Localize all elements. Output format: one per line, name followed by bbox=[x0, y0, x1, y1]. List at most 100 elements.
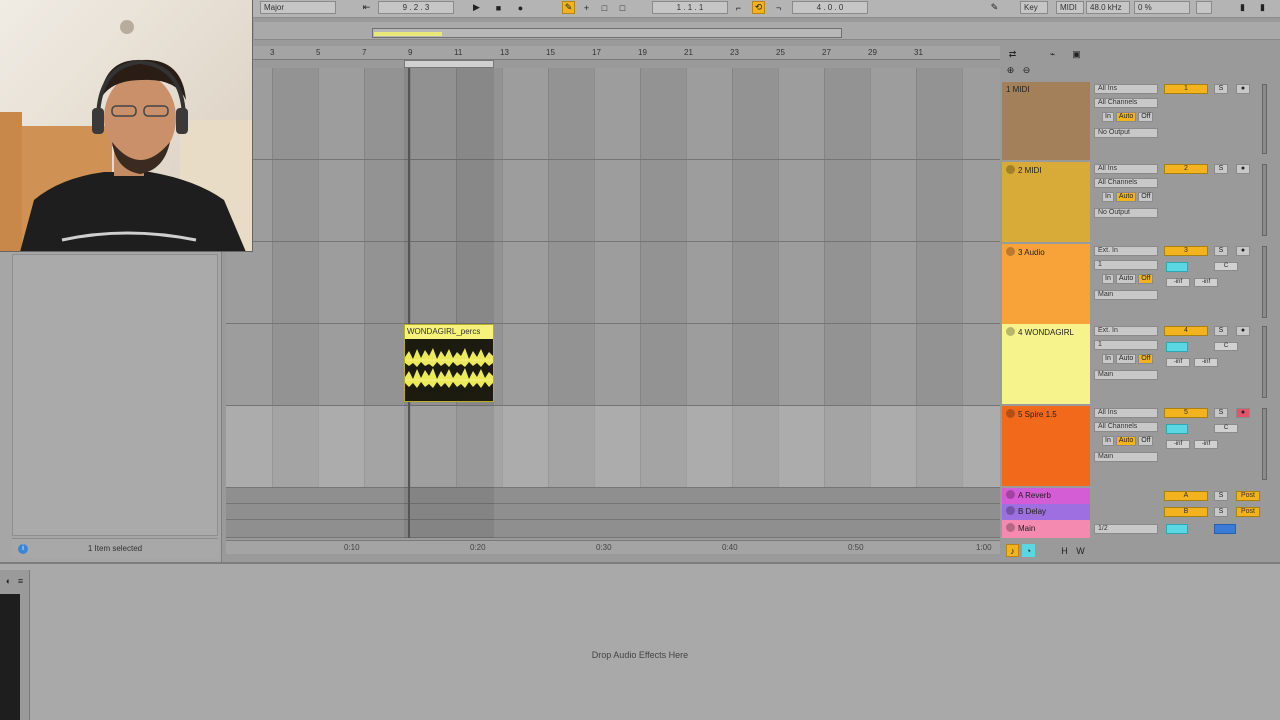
fold-icon[interactable] bbox=[1006, 327, 1015, 336]
input-channel-select[interactable]: 1 bbox=[1094, 340, 1158, 350]
track-activator[interactable]: 1 bbox=[1164, 84, 1208, 94]
send-b-knob[interactable]: -inf bbox=[1194, 440, 1218, 449]
track-header-2[interactable]: 2 MIDI All Ins All Channels In Auto Off No… bbox=[1002, 162, 1272, 242]
track-lane-5[interactable] bbox=[226, 406, 1000, 488]
output-select[interactable]: No Output bbox=[1094, 128, 1158, 138]
loop-icon[interactable]: ⟲ bbox=[752, 1, 765, 14]
track-name-5[interactable]: 5 Spire 1.5 bbox=[1002, 406, 1090, 486]
input-channel-select[interactable]: All Channels bbox=[1094, 98, 1158, 108]
return-activator[interactable]: B bbox=[1164, 507, 1208, 517]
loop-start-field[interactable]: 1 . 1 . 1 bbox=[652, 1, 728, 14]
track-lane-3[interactable] bbox=[226, 242, 1000, 324]
fold-icon[interactable] bbox=[1006, 490, 1015, 499]
main-track-name[interactable]: Main bbox=[1002, 520, 1090, 538]
main-lane[interactable] bbox=[226, 520, 1000, 538]
punch-in-icon[interactable]: ⌐ bbox=[732, 1, 745, 14]
monitor-switch[interactable]: In Auto Off bbox=[1102, 112, 1158, 122]
track-lane-2[interactable] bbox=[226, 160, 1000, 242]
track-header-4[interactable]: 4 WONDAGIRL Ext. In 1 In Auto Off Main 4 S… bbox=[1002, 324, 1272, 404]
overview-window[interactable] bbox=[372, 28, 842, 38]
insert-marker[interactable] bbox=[408, 68, 410, 538]
arm-button[interactable]: ● bbox=[1236, 326, 1250, 336]
track-activator[interactable]: 5 bbox=[1164, 408, 1208, 418]
send-a-knob[interactable]: -inf bbox=[1166, 278, 1190, 287]
help-view-icon[interactable]: H bbox=[1058, 544, 1071, 557]
arm-button[interactable]: ● bbox=[1236, 246, 1250, 256]
pan-knob[interactable]: C bbox=[1214, 424, 1238, 433]
metronome-icon[interactable]: ◔ bbox=[1022, 544, 1035, 557]
capture-icon[interactable]: + bbox=[580, 1, 593, 14]
pan-knob[interactable]: C bbox=[1214, 262, 1238, 271]
solo-button[interactable]: S bbox=[1214, 246, 1228, 256]
zoom-in-icon[interactable]: ⊕ bbox=[1004, 64, 1017, 77]
main-pan-knob[interactable] bbox=[1214, 524, 1236, 534]
solo-button[interactable]: S bbox=[1214, 84, 1228, 94]
monitor-switch[interactable]: In Auto Off bbox=[1102, 192, 1158, 202]
volume-slider[interactable] bbox=[1166, 342, 1188, 352]
browser-content[interactable] bbox=[12, 254, 218, 536]
input-type-select[interactable]: All Ins bbox=[1094, 84, 1158, 94]
input-type-select[interactable]: Ext. In bbox=[1094, 246, 1158, 256]
io-toggle-icon[interactable]: ⇄ bbox=[1006, 48, 1019, 61]
zoom-out-icon[interactable]: ⊖ bbox=[1020, 64, 1033, 77]
width-toggle-icon[interactable]: W bbox=[1074, 544, 1087, 557]
track-name-1[interactable]: 1 MIDI bbox=[1002, 82, 1090, 160]
pan-knob[interactable]: C bbox=[1214, 342, 1238, 351]
audio-clip[interactable]: WONDAGIRL_percs bbox=[404, 324, 494, 402]
fold-icon[interactable] bbox=[1006, 506, 1015, 515]
overdub-icon[interactable]: □ bbox=[616, 1, 629, 14]
mixer-toggle-icon[interactable]: ▣ bbox=[1070, 48, 1083, 61]
output-select[interactable]: Main bbox=[1094, 452, 1158, 462]
output-select[interactable]: Main bbox=[1094, 290, 1158, 300]
volume-slider[interactable] bbox=[1166, 424, 1188, 434]
solo-button[interactable]: S bbox=[1214, 326, 1228, 336]
arm-button[interactable]: ● bbox=[1236, 84, 1250, 94]
track-name-2[interactable]: 2 MIDI bbox=[1002, 162, 1090, 242]
pre-post-toggle[interactable]: Post bbox=[1236, 507, 1260, 517]
send-b-knob[interactable]: -inf bbox=[1194, 278, 1218, 287]
follow-icon[interactable]: ⇤ bbox=[360, 1, 373, 14]
main-header[interactable]: Main 1/2 bbox=[1002, 520, 1272, 538]
arrangement-view[interactable] bbox=[226, 68, 1000, 538]
loop-brace[interactable] bbox=[404, 60, 494, 68]
solo-button[interactable]: S bbox=[1214, 408, 1228, 418]
send-a-knob[interactable]: -inf bbox=[1166, 440, 1190, 449]
loop-length-field[interactable]: 4 . 0 . 0 bbox=[792, 1, 868, 14]
track-name-4[interactable]: 4 WONDAGIRL bbox=[1002, 324, 1090, 404]
automation-arm-icon[interactable]: ✎ bbox=[562, 1, 575, 14]
input-type-select[interactable]: All Ins bbox=[1094, 164, 1158, 174]
arm-button[interactable]: ● bbox=[1236, 164, 1250, 174]
solo-button[interactable]: S bbox=[1214, 164, 1228, 174]
record-icon[interactable]: ● bbox=[514, 1, 527, 14]
groove-icon[interactable]: ♪ bbox=[1006, 544, 1019, 557]
input-channel-select[interactable]: All Channels bbox=[1094, 178, 1158, 188]
song-position[interactable]: 9 . 2 . 3 bbox=[378, 1, 454, 14]
play-icon[interactable]: ▶ bbox=[470, 1, 483, 14]
input-type-select[interactable]: All Ins bbox=[1094, 408, 1158, 418]
return-name-a[interactable]: A Reverb bbox=[1002, 488, 1090, 504]
main-volume-slider[interactable] bbox=[1166, 524, 1188, 534]
track-header-5[interactable]: 5 Spire 1.5 All Ins All Channels In Auto O… bbox=[1002, 406, 1272, 486]
time-ruler[interactable]: 0:10 0:20 0:30 0:40 0:50 1:00 bbox=[226, 540, 1000, 554]
output-select[interactable]: Main bbox=[1094, 370, 1158, 380]
arrangement-overview[interactable] bbox=[254, 22, 1280, 40]
main-output-select[interactable]: 1/2 bbox=[1094, 524, 1158, 534]
midi-map-button[interactable]: MIDI bbox=[1056, 1, 1084, 14]
device-list-icon[interactable]: ≡ bbox=[14, 574, 27, 587]
return-activator[interactable]: A bbox=[1164, 491, 1208, 501]
pre-post-toggle[interactable]: Post bbox=[1236, 491, 1260, 501]
track-header-1[interactable]: 1 MIDI All Ins All Channels In Auto Off No… bbox=[1002, 82, 1272, 160]
fold-icon[interactable] bbox=[1006, 523, 1015, 532]
track-header-3[interactable]: 3 Audio Ext. In 1 In Auto Off Main 3 S ● C… bbox=[1002, 244, 1272, 324]
track-name-3[interactable]: 3 Audio bbox=[1002, 244, 1090, 324]
track-lane-1[interactable] bbox=[226, 68, 1000, 160]
monitor-switch[interactable]: In Auto Off bbox=[1102, 354, 1158, 364]
solo-button[interactable]: S bbox=[1214, 491, 1228, 501]
arm-button[interactable]: ● bbox=[1236, 408, 1250, 418]
clip-title[interactable]: WONDAGIRL_percs bbox=[405, 325, 493, 339]
input-channel-select[interactable]: 1 bbox=[1094, 260, 1158, 270]
fold-icon[interactable] bbox=[1006, 409, 1015, 418]
input-channel-select[interactable]: All Channels bbox=[1094, 422, 1158, 432]
sends-toggle-icon[interactable]: ⌁ bbox=[1046, 48, 1059, 61]
volume-slider[interactable] bbox=[1166, 262, 1188, 272]
